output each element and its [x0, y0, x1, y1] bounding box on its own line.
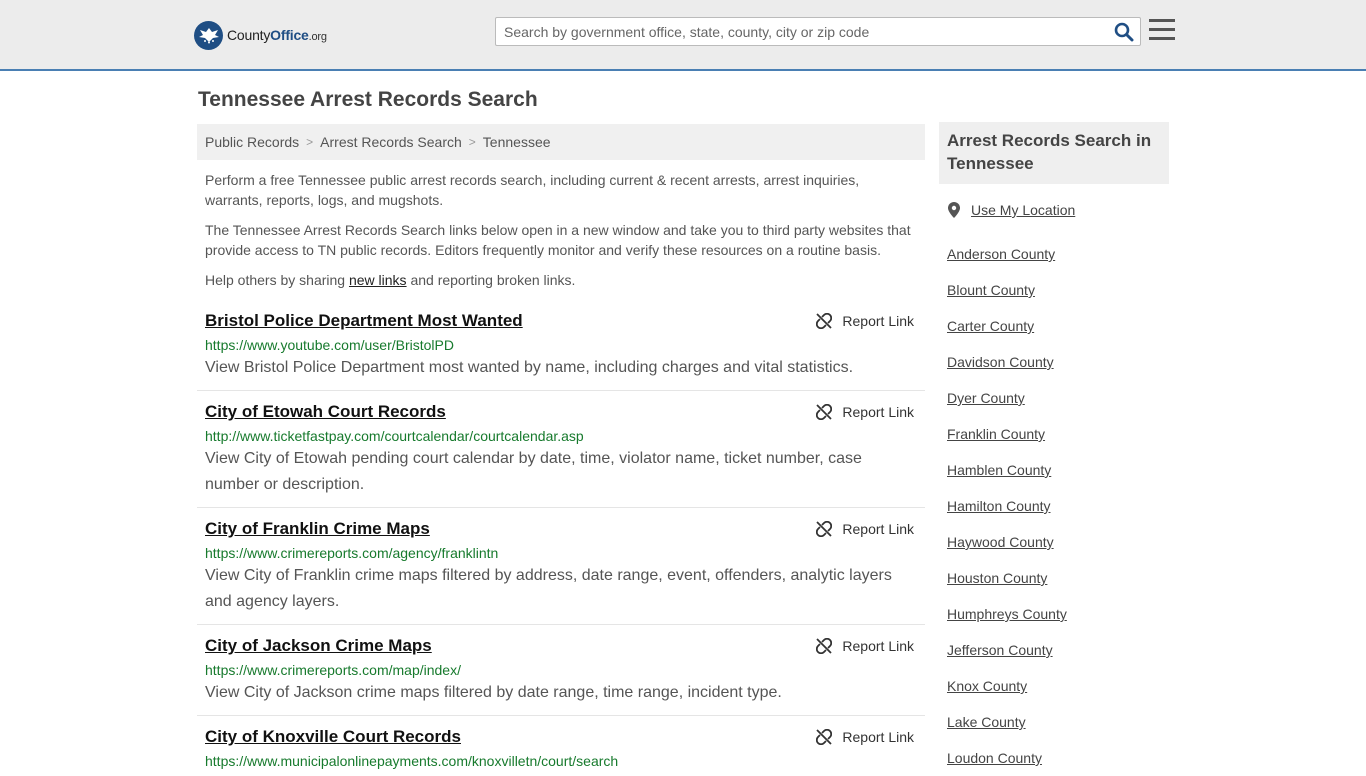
breadcrumb-tennessee: Tennessee [482, 134, 551, 150]
broken-link-icon [816, 404, 833, 420]
new-links-link[interactable]: new links [349, 272, 407, 288]
top-bar: CountyOffice.org [0, 0, 1366, 71]
result-item: Bristol Police Department Most Wanted ht… [197, 310, 925, 391]
broken-link-icon [816, 313, 833, 329]
chevron-right-icon: > [468, 135, 476, 149]
intro-paragraph: Perform a free Tennessee public arrest r… [205, 172, 860, 208]
result-description: View Bristol Police Department most want… [205, 359, 854, 376]
county-link-carter[interactable]: Carter County [947, 308, 1167, 344]
county-link-dyer[interactable]: Dyer County [947, 380, 1167, 416]
report-link-button[interactable]: Report Link [816, 726, 914, 748]
county-link-loudon[interactable]: Loudon County [947, 740, 1167, 776]
results-list: Bristol Police Department Most Wanted ht… [197, 310, 925, 776]
breadcrumb-public-records[interactable]: Public Records [205, 134, 299, 150]
result-item: City of Franklin Crime Maps https://www.… [197, 508, 925, 625]
search-input[interactable] [496, 18, 1096, 45]
result-item: City of Etowah Court Records http://www.… [197, 391, 925, 508]
county-list: Use My Location Anderson County Blount C… [947, 200, 1167, 776]
report-link-button[interactable]: Report Link [816, 518, 914, 540]
chevron-right-icon: > [306, 135, 314, 149]
result-description: View City of Jackson crime maps filtered… [205, 684, 782, 701]
result-url: http://www.ticketfastpay.com/courtcalend… [205, 428, 584, 444]
map-pin-icon [948, 202, 960, 218]
county-link-davidson[interactable]: Davidson County [947, 344, 1167, 380]
county-link-haywood[interactable]: Haywood County [947, 524, 1167, 560]
report-link-button[interactable]: Report Link [816, 310, 914, 332]
search-icon[interactable] [1114, 22, 1134, 42]
result-title-link[interactable]: City of Etowah Court Records [205, 401, 446, 423]
result-url: https://www.crimereports.com/agency/fran… [205, 545, 499, 561]
result-url: https://www.youtube.com/user/BristolPD [205, 337, 454, 353]
eagle-seal-icon [194, 20, 223, 50]
site-logo[interactable]: CountyOffice.org [194, 20, 327, 50]
broken-link-icon [816, 729, 833, 745]
result-description: View City of Etowah pending court calend… [205, 450, 862, 493]
disclaimer-paragraph: The Tennessee Arrest Records Search link… [205, 222, 911, 258]
result-url: https://www.municipalonlinepayments.com/… [205, 753, 619, 769]
county-link-blount[interactable]: Blount County [947, 272, 1167, 308]
result-item: City of Knoxville Court Records https://… [197, 716, 925, 776]
use-my-location-link[interactable]: Use My Location [947, 200, 1167, 220]
county-link-humphreys[interactable]: Humphreys County [947, 596, 1167, 632]
result-title-link[interactable]: City of Jackson Crime Maps [205, 635, 432, 657]
county-link-houston[interactable]: Houston County [947, 560, 1167, 596]
county-link-franklin[interactable]: Franklin County [947, 416, 1167, 452]
result-description: View City of Franklin crime maps filtere… [205, 567, 892, 610]
breadcrumb: Public Records > Arrest Records Search >… [197, 124, 925, 160]
logo-wordmark: CountyOffice.org [227, 27, 327, 43]
county-link-hamilton[interactable]: Hamilton County [947, 488, 1167, 524]
report-link-button[interactable]: Report Link [816, 401, 914, 423]
broken-link-icon [816, 638, 833, 654]
result-title-link[interactable]: City of Franklin Crime Maps [205, 518, 430, 540]
result-title-link[interactable]: City of Knoxville Court Records [205, 726, 461, 748]
hamburger-menu-icon[interactable] [1149, 19, 1175, 41]
county-link-hamblen[interactable]: Hamblen County [947, 452, 1167, 488]
search-box [495, 17, 1141, 46]
county-link-lake[interactable]: Lake County [947, 704, 1167, 740]
broken-link-icon [816, 521, 833, 537]
county-link-anderson[interactable]: Anderson County [947, 236, 1167, 272]
page-title: Tennessee Arrest Records Search [198, 88, 538, 111]
report-link-button[interactable]: Report Link [816, 635, 914, 657]
result-title-link[interactable]: Bristol Police Department Most Wanted [205, 310, 523, 332]
breadcrumb-arrest-records-search[interactable]: Arrest Records Search [320, 134, 462, 150]
county-link-knox[interactable]: Knox County [947, 668, 1167, 704]
sidebar-heading: Arrest Records Search in Tennessee [939, 122, 1169, 184]
help-paragraph: Help others by sharing new links and rep… [205, 272, 576, 288]
result-url: https://www.crimereports.com/map/index/ [205, 662, 461, 678]
result-item: City of Jackson Crime Maps https://www.c… [197, 625, 925, 716]
county-link-jefferson[interactable]: Jefferson County [947, 632, 1167, 668]
